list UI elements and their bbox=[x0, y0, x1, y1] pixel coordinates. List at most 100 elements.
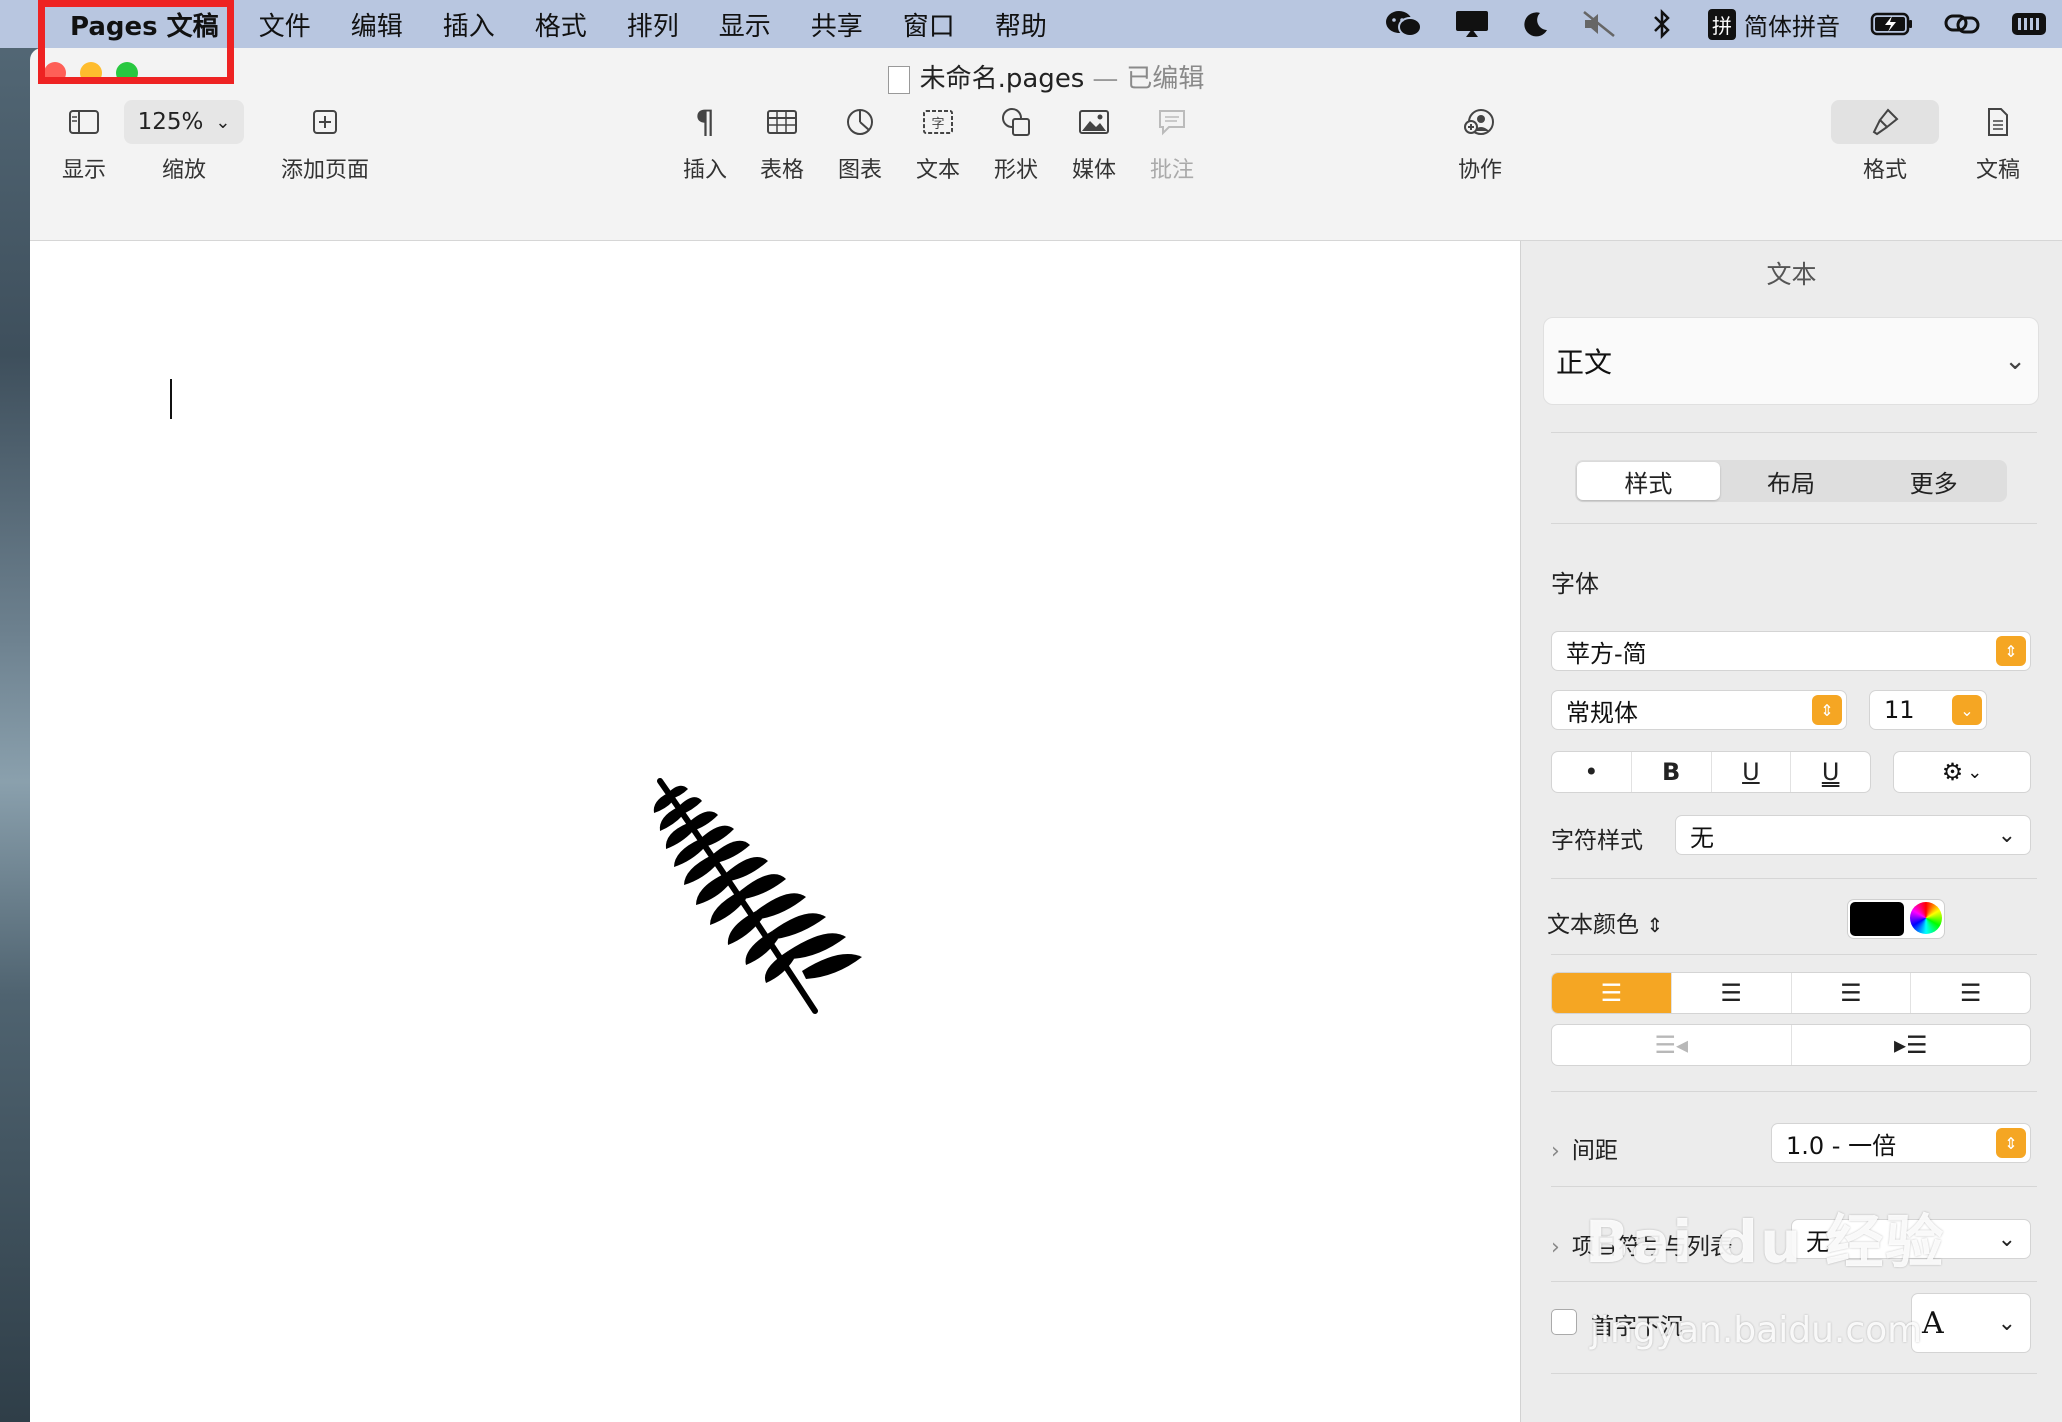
zoom-label: 缩放 bbox=[161, 158, 206, 183]
chevron-down-icon: ⌄ bbox=[1967, 761, 1983, 783]
divider bbox=[1551, 954, 2037, 955]
battery-charging-icon[interactable] bbox=[1870, 8, 1914, 40]
text-options-button[interactable]: ⚙ ⌄ bbox=[1893, 751, 2031, 793]
menu-window[interactable]: 窗口 bbox=[883, 6, 975, 43]
window-title: 未命名.pages — 已编辑 bbox=[30, 58, 2062, 95]
text-label: 文本 bbox=[915, 158, 960, 183]
align-center-button[interactable]: ☰ bbox=[1672, 973, 1792, 1013]
collaborate-icon bbox=[1463, 100, 1497, 144]
plus-square-icon bbox=[312, 100, 338, 144]
zoom-control[interactable]: 125% ⌄ 缩放 bbox=[122, 100, 246, 184]
bluetooth-icon[interactable] bbox=[1646, 8, 1678, 40]
zoom-select[interactable]: 125% ⌄ bbox=[123, 100, 245, 144]
dropcap-style-select[interactable]: A ⌄ bbox=[1911, 1293, 2031, 1353]
divider bbox=[1551, 432, 2037, 433]
increase-indent-button[interactable]: ▸☰ bbox=[1792, 1025, 2031, 1065]
pinyin-icon: 拼 bbox=[1708, 8, 1736, 40]
gear-icon: ⚙ bbox=[1941, 758, 1964, 786]
font-family-select[interactable]: 苹方-简 ⇕ bbox=[1551, 631, 2031, 671]
focus-moon-icon[interactable] bbox=[1520, 8, 1552, 40]
menu-arrange[interactable]: 排列 bbox=[607, 6, 699, 43]
align-left-button[interactable]: ☰ bbox=[1552, 973, 1672, 1013]
menu-view[interactable]: 显示 bbox=[699, 6, 791, 43]
spacing-disclosure[interactable]: › 间距 bbox=[1551, 1131, 1618, 1165]
color-swatch[interactable] bbox=[1850, 902, 1904, 936]
wechat-icon[interactable] bbox=[1384, 8, 1424, 40]
volume-muted-icon[interactable] bbox=[1582, 8, 1616, 40]
color-wheel-icon[interactable] bbox=[1910, 902, 1942, 934]
pilcrow-icon: ¶ bbox=[694, 103, 716, 141]
insert-label: 插入 bbox=[682, 158, 727, 183]
add-page-button[interactable]: 添加页面 bbox=[260, 100, 390, 184]
comment-button[interactable]: 批注 bbox=[1117, 100, 1227, 184]
text-box-icon: 字 bbox=[922, 100, 954, 144]
text-color-label-text: 文本颜色 bbox=[1547, 912, 1639, 938]
dropcap-checkbox[interactable] bbox=[1551, 1309, 1577, 1335]
menu-insert[interactable]: 插入 bbox=[423, 6, 515, 43]
tab-style[interactable]: 样式 bbox=[1577, 462, 1720, 500]
inspector-title: 文本 bbox=[1766, 260, 1817, 289]
align-left-icon: ☰ bbox=[1600, 979, 1623, 1007]
dropcap-preview-icon: A bbox=[1922, 1305, 1944, 1341]
shapes-icon bbox=[1000, 100, 1032, 144]
decrease-indent-button[interactable]: ☰◂ bbox=[1552, 1025, 1792, 1065]
spacing-select[interactable]: 1.0 - 一倍 ⇕ bbox=[1771, 1123, 2031, 1163]
table-label: 表格 bbox=[759, 158, 804, 183]
input-method-menu[interactable]: 拼 简体拼音 bbox=[1708, 8, 1840, 41]
font-weight-select[interactable]: 常规体 ⇕ bbox=[1551, 690, 1847, 730]
pie-chart-icon bbox=[845, 100, 875, 144]
paragraph-style-select[interactable]: 正文 ⌄ bbox=[1543, 317, 2039, 405]
bold-button[interactable]: B bbox=[1632, 752, 1712, 792]
tab-layout[interactable]: 布局 bbox=[1720, 462, 1863, 500]
chevron-down-icon: ⌄ bbox=[2004, 346, 2026, 376]
format-button[interactable]: 格式 bbox=[1830, 100, 1940, 184]
view-button[interactable]: 显示 bbox=[44, 100, 124, 184]
display-mirroring-icon[interactable] bbox=[1454, 8, 1490, 40]
text-color-well[interactable] bbox=[1847, 899, 1945, 939]
double-underline-button[interactable]: U bbox=[1791, 752, 1870, 792]
menu-app-pages[interactable]: Pages 文稿 bbox=[44, 6, 239, 43]
control-center-icon[interactable] bbox=[2010, 8, 2048, 40]
spacing-value: 1.0 - 一倍 bbox=[1786, 1131, 1897, 1160]
bullet-button[interactable]: • bbox=[1552, 752, 1632, 792]
menu-format[interactable]: 格式 bbox=[515, 6, 607, 43]
menu-share[interactable]: 共享 bbox=[791, 6, 883, 43]
format-label: 格式 bbox=[1862, 158, 1907, 183]
edited-status: 已编辑 bbox=[1126, 64, 1205, 94]
document-icon bbox=[887, 65, 910, 94]
document-button[interactable]: 文稿 bbox=[1943, 100, 2053, 184]
text-format-buttons: • B U U bbox=[1551, 751, 1871, 793]
updown-chevron-icon: ⇕ bbox=[1646, 913, 1664, 937]
chevron-down-icon: ⌄ bbox=[1997, 1310, 2016, 1336]
shape-label: 形状 bbox=[993, 158, 1038, 183]
add-page-label: 添加页面 bbox=[280, 158, 369, 183]
font-family-value: 苹方-简 bbox=[1566, 639, 1647, 668]
collaborate-button[interactable]: 协作 bbox=[1425, 100, 1535, 184]
underline-button[interactable]: U bbox=[1712, 752, 1792, 792]
comment-label: 批注 bbox=[1149, 158, 1194, 183]
sidebar-icon bbox=[68, 100, 100, 144]
document-name[interactable]: 未命名.pages bbox=[920, 64, 1085, 94]
paragraph-style-value: 正文 bbox=[1556, 346, 1613, 379]
align-right-button[interactable]: ☰ bbox=[1792, 973, 1912, 1013]
document-canvas[interactable] bbox=[30, 241, 1520, 1422]
chevron-down-icon: ⌄ bbox=[215, 111, 231, 133]
divider bbox=[1551, 1091, 2037, 1092]
divider bbox=[1551, 523, 2037, 524]
inspector-tabs: 样式 布局 更多 bbox=[1575, 460, 2007, 502]
text-color-label[interactable]: 文本颜色 ⇕ bbox=[1547, 905, 1663, 939]
chevron-down-icon: ⌄ bbox=[1997, 822, 2016, 848]
watermark-url: jingyan.baidu.com bbox=[1590, 1310, 1923, 1351]
char-style-select[interactable]: 无 ⌄ bbox=[1675, 815, 2031, 855]
menu-edit[interactable]: 编辑 bbox=[331, 6, 423, 43]
tab-more[interactable]: 更多 bbox=[1862, 462, 2005, 500]
fern-image[interactable] bbox=[640, 761, 940, 1041]
photo-icon bbox=[1078, 100, 1110, 144]
link-icon[interactable] bbox=[1944, 8, 1980, 40]
text-cursor bbox=[170, 379, 172, 419]
menu-file[interactable]: 文件 bbox=[239, 6, 331, 43]
justify-button[interactable]: ☰ bbox=[1911, 973, 2030, 1013]
font-size-field[interactable]: 11 ⌄ bbox=[1869, 690, 1987, 730]
menu-help[interactable]: 帮助 bbox=[975, 6, 1067, 43]
title-separator: — bbox=[1092, 64, 1119, 94]
